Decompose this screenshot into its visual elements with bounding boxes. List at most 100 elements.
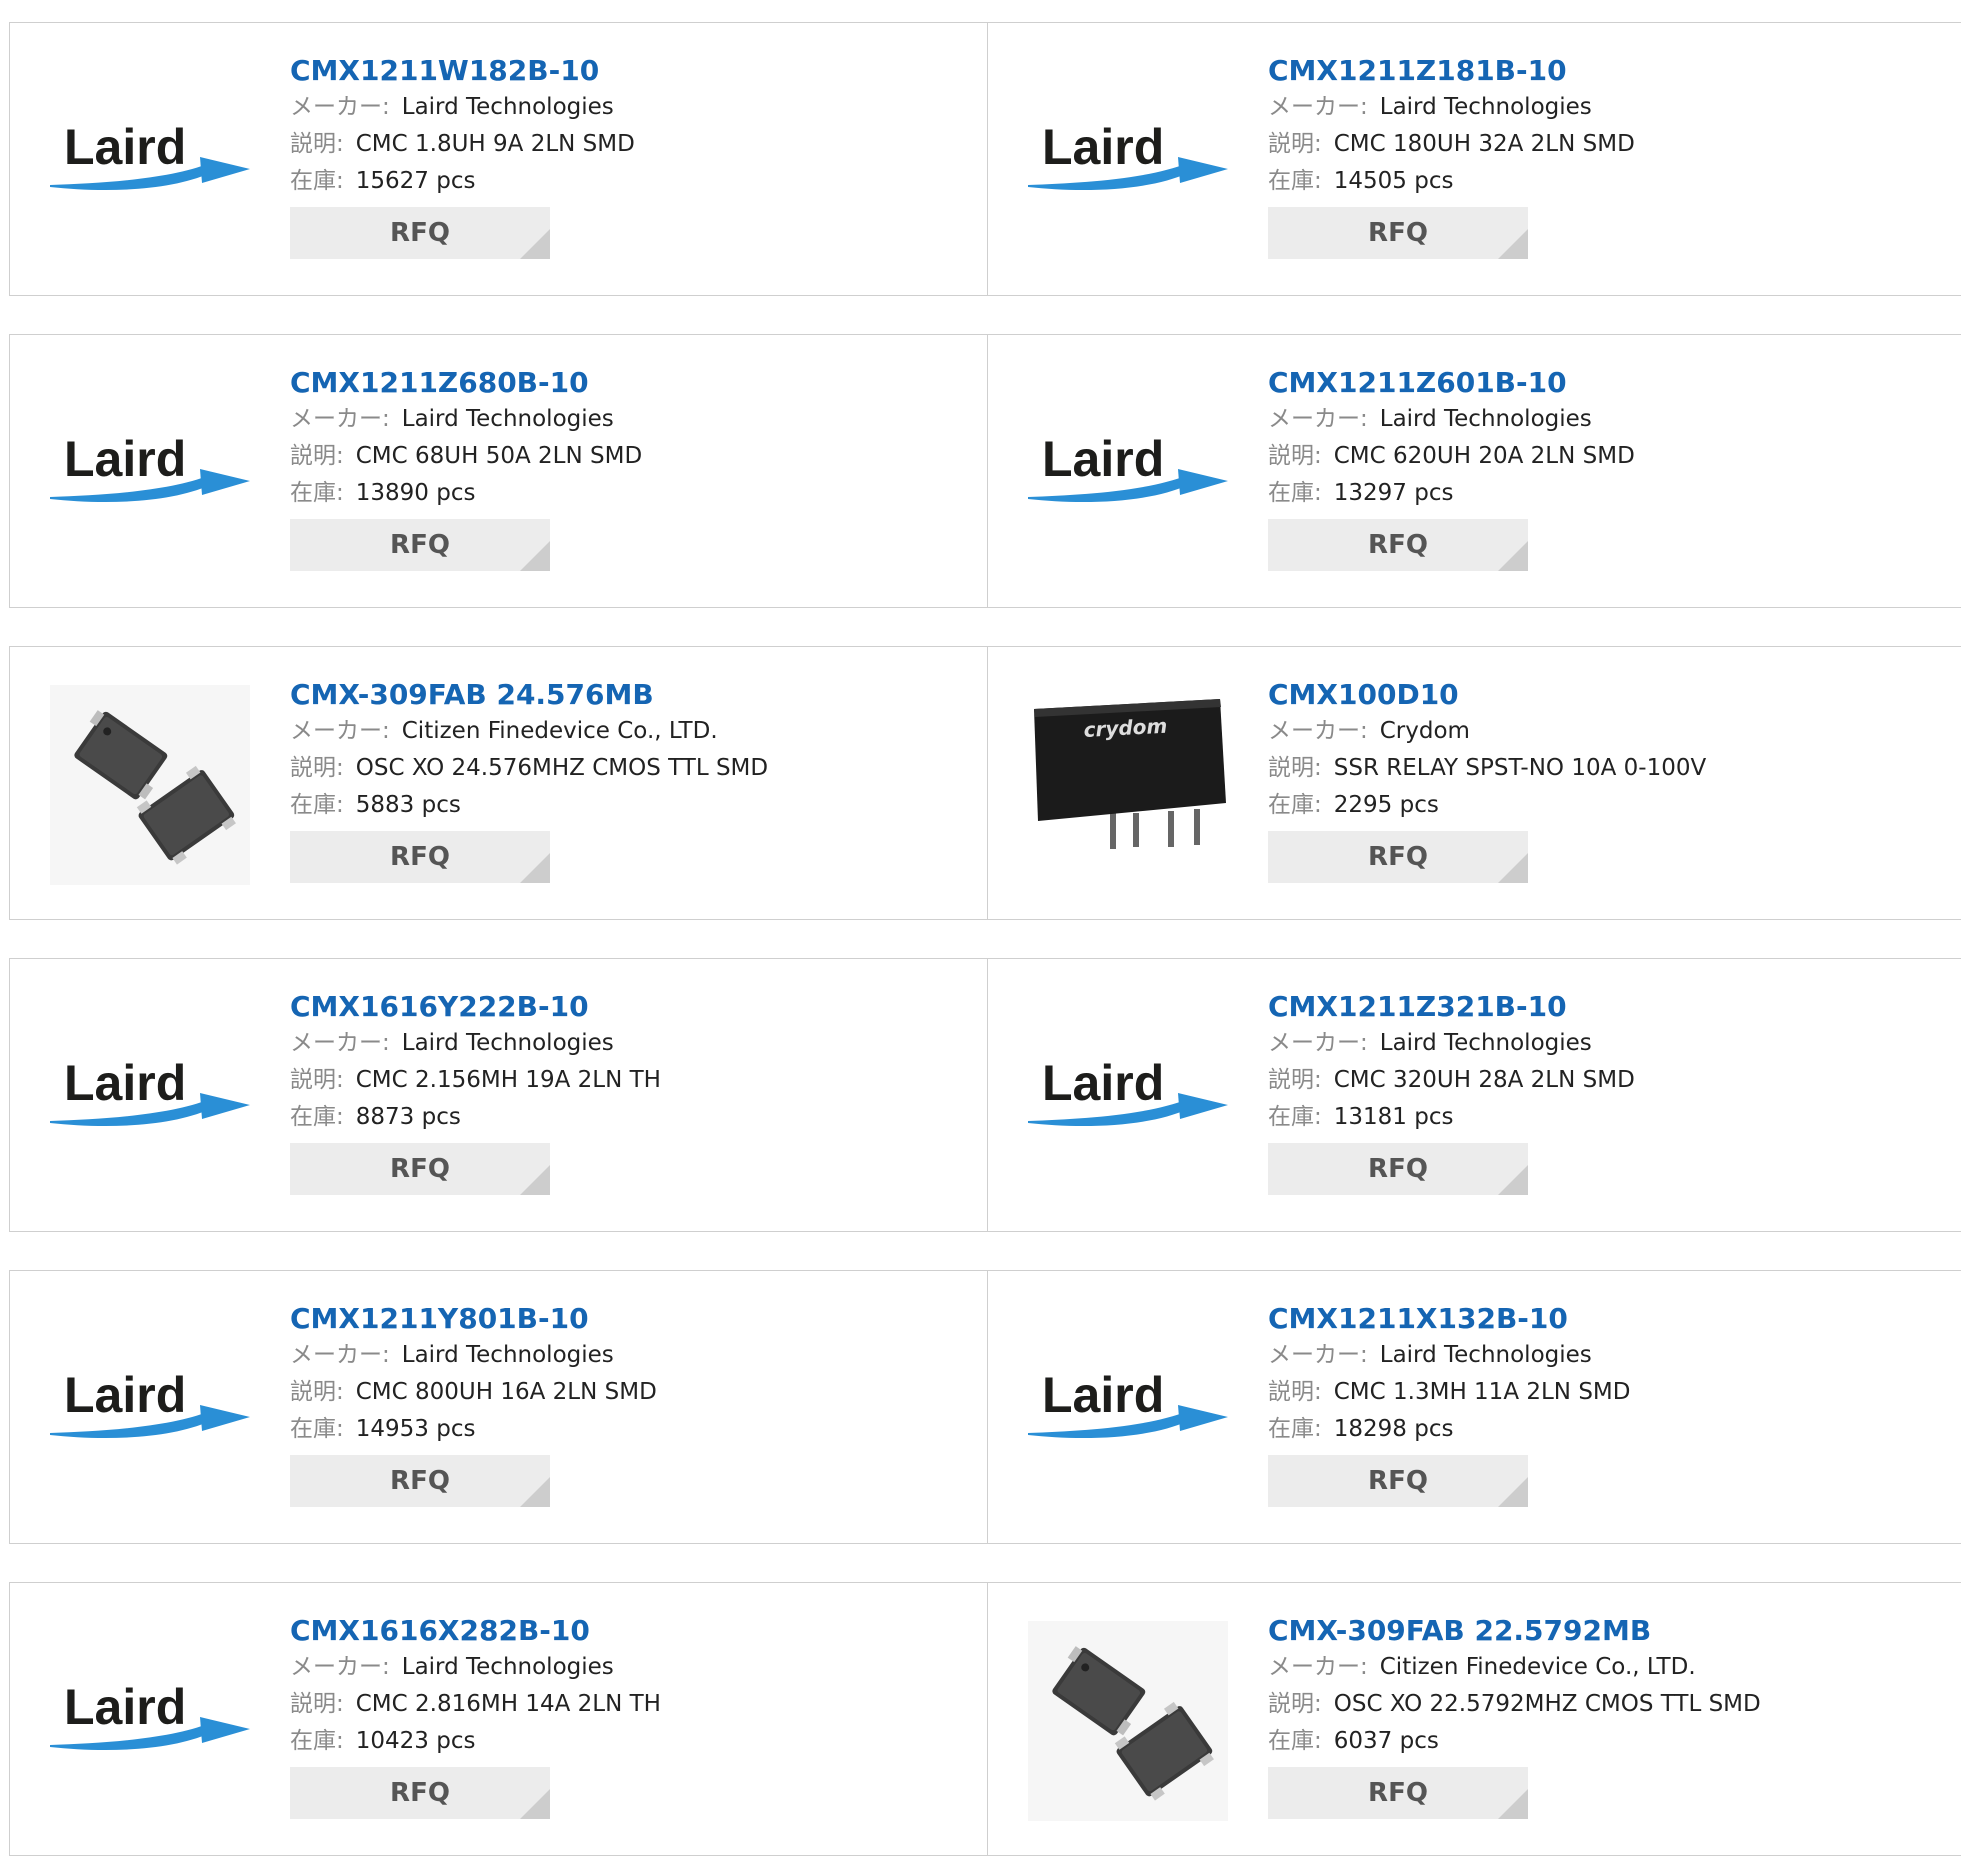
rfq-button[interactable]: RFQ — [290, 1455, 550, 1507]
stock-value: 10423 pcs — [355, 1728, 476, 1754]
svg-text:Laird: Laird — [1042, 1055, 1164, 1111]
rfq-button[interactable]: RFQ — [290, 831, 550, 883]
maker-value: Laird Technologies — [401, 1342, 614, 1368]
part-number-link[interactable]: CMX1616Y222B-10 — [290, 989, 661, 1025]
maker-line: メーカー: Laird Technologies — [290, 1025, 661, 1062]
stock-value: 2295 pcs — [1333, 792, 1439, 818]
product-row: Laird CMX1616Y222B-10 メーカー: Laird Technol… — [9, 958, 1961, 1232]
rfq-label: RFQ — [1368, 1154, 1428, 1184]
product-card: Laird CMX1211Z601B-10 メーカー: Laird Technol… — [988, 335, 1961, 607]
description-value: CMC 2.156MH 19A 2LN TH — [355, 1067, 661, 1093]
stock-label: 在庫: — [290, 1104, 344, 1130]
maker-line: メーカー: Laird Technologies — [1268, 401, 1635, 438]
description-value: CMC 1.3MH 11A 2LN SMD — [1333, 1379, 1631, 1405]
description-line: 説明: OSC XO 22.5792MHZ CMOS TTL SMD — [1268, 1686, 1761, 1723]
laird-logo-icon: Laird — [50, 431, 250, 503]
maker-label: メーカー: — [290, 1654, 390, 1680]
rfq-button[interactable]: RFQ — [290, 1767, 550, 1819]
maker-value: Crydom — [1379, 718, 1470, 744]
maker-value: Laird Technologies — [401, 406, 614, 432]
stock-label: 在庫: — [290, 480, 344, 506]
maker-line: メーカー: Crydom — [1268, 713, 1706, 750]
description-line: 説明: CMC 320UH 28A 2LN SMD — [1268, 1062, 1635, 1099]
description-value: CMC 68UH 50A 2LN SMD — [355, 443, 643, 469]
rfq-button[interactable]: RFQ — [1268, 831, 1528, 883]
maker-line: メーカー: Citizen Finedevice Co., LTD. — [1268, 1649, 1761, 1686]
product-card: crydom CMX100D10 メーカー: Crydom 説明: SSR RELA… — [988, 647, 1961, 919]
maker-line: メーカー: Laird Technologies — [290, 401, 642, 438]
description-line: 説明: CMC 2.156MH 19A 2LN TH — [290, 1062, 661, 1099]
laird-logo-icon: Laird — [50, 1055, 250, 1127]
product-card: Laird CMX1211Y801B-10 メーカー: Laird Technol… — [10, 1271, 987, 1543]
rfq-button[interactable]: RFQ — [1268, 207, 1528, 259]
svg-text:Laird: Laird — [64, 1679, 186, 1735]
part-number-link[interactable]: CMX-309FAB 22.5792MB — [1268, 1613, 1761, 1649]
stock-value: 18298 pcs — [1333, 1416, 1454, 1442]
rfq-button[interactable]: RFQ — [1268, 1143, 1528, 1195]
svg-text:Laird: Laird — [64, 119, 186, 175]
part-number-link[interactable]: CMX1211Z321B-10 — [1268, 989, 1635, 1025]
product-row: Laird CMX1211Y801B-10 メーカー: Laird Technol… — [9, 1270, 1961, 1544]
maker-value: Citizen Finedevice Co., LTD. — [1379, 1654, 1696, 1680]
stock-line: 在庫: 8873 pcs — [290, 1099, 661, 1136]
corner-triangle-icon — [1498, 1789, 1528, 1819]
laird-logo-icon: Laird — [1028, 1055, 1228, 1127]
oscillator-icon — [1028, 1621, 1228, 1821]
description-label: 説明: — [290, 443, 344, 469]
maker-value: Laird Technologies — [1379, 1342, 1592, 1368]
laird-logo-icon: Laird — [1028, 119, 1228, 191]
corner-triangle-icon — [520, 541, 550, 571]
rfq-button[interactable]: RFQ — [290, 1143, 550, 1195]
description-value: CMC 1.8UH 9A 2LN SMD — [355, 131, 635, 157]
stock-line: 在庫: 13890 pcs — [290, 475, 642, 512]
part-number-link[interactable]: CMX1211W182B-10 — [290, 53, 635, 89]
maker-value: Laird Technologies — [1379, 94, 1592, 120]
corner-triangle-icon — [520, 1165, 550, 1195]
svg-text:Laird: Laird — [64, 1367, 186, 1423]
stock-line: 在庫: 13297 pcs — [1268, 475, 1635, 512]
rfq-label: RFQ — [390, 1778, 450, 1808]
rfq-label: RFQ — [1368, 1466, 1428, 1496]
part-number-link[interactable]: CMX1211Y801B-10 — [290, 1301, 657, 1337]
stock-label: 在庫: — [1268, 1728, 1322, 1754]
rfq-label: RFQ — [390, 842, 450, 872]
stock-value: 14505 pcs — [1333, 168, 1454, 194]
product-row: Laird CMX1211Z680B-10 メーカー: Laird Technol… — [9, 334, 1961, 608]
description-label: 説明: — [1268, 1379, 1322, 1405]
rfq-label: RFQ — [1368, 1778, 1428, 1808]
description-value: CMC 320UH 28A 2LN SMD — [1333, 1067, 1635, 1093]
rfq-button[interactable]: RFQ — [1268, 1767, 1528, 1819]
part-number-link[interactable]: CMX1211X132B-10 — [1268, 1301, 1630, 1337]
rfq-button[interactable]: RFQ — [290, 207, 550, 259]
maker-label: メーカー: — [290, 718, 390, 744]
maker-line: メーカー: Laird Technologies — [1268, 89, 1635, 126]
rfq-button[interactable]: RFQ — [1268, 1455, 1528, 1507]
description-label: 説明: — [1268, 443, 1322, 469]
maker-value: Laird Technologies — [1379, 1030, 1592, 1056]
stock-label: 在庫: — [1268, 1416, 1322, 1442]
corner-triangle-icon — [1498, 229, 1528, 259]
maker-line: メーカー: Laird Technologies — [290, 89, 635, 126]
product-row: CMX-309FAB 24.576MB メーカー: Citizen Finedev… — [9, 646, 1961, 920]
part-number-link[interactable]: CMX1211Z601B-10 — [1268, 365, 1635, 401]
part-number-link[interactable]: CMX100D10 — [1268, 677, 1706, 713]
product-card: Laird CMX1211Z680B-10 メーカー: Laird Technol… — [10, 335, 987, 607]
stock-value: 14953 pcs — [355, 1416, 476, 1442]
stock-line: 在庫: 15627 pcs — [290, 163, 635, 200]
maker-label: メーカー: — [1268, 1342, 1368, 1368]
rfq-button[interactable]: RFQ — [1268, 519, 1528, 571]
svg-text:Laird: Laird — [1042, 1367, 1164, 1423]
part-number-link[interactable]: CMX1211Z680B-10 — [290, 365, 642, 401]
maker-value: Laird Technologies — [1379, 406, 1592, 432]
product-card: Laird CMX1211X132B-10 メーカー: Laird Technol… — [988, 1271, 1961, 1543]
stock-label: 在庫: — [290, 1416, 344, 1442]
maker-label: メーカー: — [290, 406, 390, 432]
description-value: CMC 620UH 20A 2LN SMD — [1333, 443, 1635, 469]
part-number-link[interactable]: CMX1211Z181B-10 — [1268, 53, 1635, 89]
maker-label: メーカー: — [1268, 718, 1368, 744]
part-number-link[interactable]: CMX1616X282B-10 — [290, 1613, 661, 1649]
description-value: CMC 2.816MH 14A 2LN TH — [355, 1691, 661, 1717]
stock-label: 在庫: — [1268, 1104, 1322, 1130]
part-number-link[interactable]: CMX-309FAB 24.576MB — [290, 677, 768, 713]
rfq-button[interactable]: RFQ — [290, 519, 550, 571]
